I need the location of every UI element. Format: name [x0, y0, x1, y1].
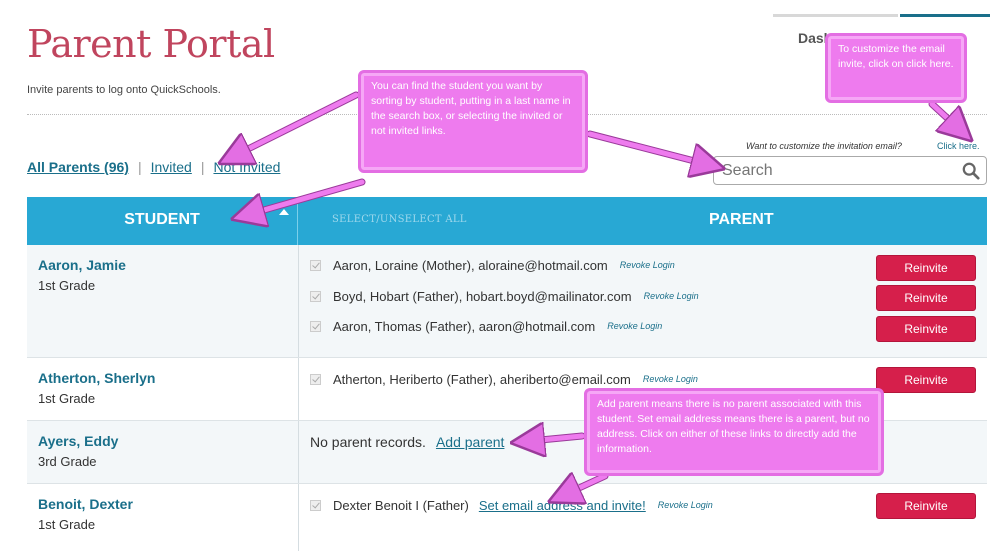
customize-email-link[interactable]: Click here. [937, 141, 980, 151]
reinvite-button[interactable]: Reinvite [876, 255, 976, 281]
reinvite-button[interactable]: Reinvite [876, 493, 976, 519]
parent-info: Atherton, Heriberto (Father), aheriberto… [333, 371, 631, 387]
callout-text: To customize the email invite, click on … [838, 43, 954, 70]
filter-not-invited[interactable]: Not Invited [213, 159, 280, 175]
tab-underline [773, 14, 898, 17]
search-input[interactable] [714, 157, 944, 184]
search-icon[interactable] [962, 162, 980, 180]
student-name[interactable]: Atherton, Sherlyn [38, 370, 155, 386]
parent-column-header: PARENT [709, 211, 774, 228]
reinvite-button[interactable]: Reinvite [876, 316, 976, 342]
parent-entry: No parent records. Add parent [310, 432, 504, 452]
callout-text: You can find the student you want by sor… [371, 80, 571, 137]
student-grade: 3rd Grade [38, 454, 97, 469]
revoke-login-link[interactable]: Revoke Login [658, 500, 713, 510]
parent-checkbox[interactable] [310, 499, 321, 511]
parent-entry: Atherton, Heriberto (Father), aheriberto… [310, 369, 698, 389]
no-parent-text: No parent records. [310, 434, 426, 450]
student-grade: 1st Grade [38, 391, 96, 406]
sort-ascending-icon[interactable] [279, 209, 289, 215]
parent-info: Aaron, Thomas (Father), aaron@hotmail.co… [333, 318, 596, 334]
set-email-link[interactable]: Set email address and invite! [479, 498, 646, 513]
student-name[interactable]: Ayers, Eddy [38, 433, 118, 449]
revoke-login-link[interactable]: Revoke Login [620, 260, 675, 270]
student-name[interactable]: Aaron, Jamie [38, 257, 126, 273]
tab-underline-active [900, 14, 990, 17]
page-subtitle: Invite parents to log onto QuickSchools. [27, 84, 221, 96]
parent-entry: Aaron, Loraine (Mother), aloraine@hotmai… [310, 255, 675, 275]
filter-separator: | [200, 159, 205, 175]
arrow [236, 92, 359, 155]
search-box [713, 156, 987, 185]
reinvite-button[interactable]: Reinvite [876, 367, 976, 393]
page-title: Parent Portal [27, 22, 275, 66]
parent-entry: Dexter Benoit I (Father) Set email addre… [310, 495, 713, 515]
revoke-login-link[interactable]: Revoke Login [644, 291, 699, 301]
revoke-login-link[interactable]: Revoke Login [607, 321, 662, 331]
revoke-login-link[interactable]: Revoke Login [643, 374, 698, 384]
customize-email-text: Want to customize the invitation email? [746, 141, 902, 151]
arrow [929, 101, 958, 128]
student-grade: 1st Grade [38, 517, 96, 532]
arrow [587, 131, 706, 164]
student-grade: 1st Grade [38, 278, 96, 293]
callout-search: You can find the student you want by sor… [358, 70, 588, 173]
parent-checkbox[interactable] [310, 373, 321, 385]
table-row: Aaron, Jamie 1st Grade Aaron, Loraine (M… [27, 245, 987, 358]
select-unselect-all[interactable]: SELECT/UNSELECT ALL [332, 214, 467, 225]
parent-checkbox[interactable] [310, 259, 321, 271]
student-name[interactable]: Benoit, Dexter [38, 496, 133, 512]
parent-info: Dexter Benoit I (Father) [333, 497, 469, 513]
parent-checkbox[interactable] [310, 320, 321, 332]
filter-invited[interactable]: Invited [151, 159, 192, 175]
callout-customize: To customize the email invite, click on … [825, 33, 967, 103]
parents-table: STUDENT SELECT/UNSELECT ALL PARENT Aaron… [27, 197, 987, 551]
filter-separator: | [137, 159, 142, 175]
parent-entry: Boyd, Hobart (Father), hobart.boyd@maili… [310, 286, 699, 306]
reinvite-button[interactable]: Reinvite [876, 285, 976, 311]
table-row: Benoit, Dexter 1st Grade Dexter Benoit I… [27, 484, 987, 551]
parent-info: Aaron, Loraine (Mother), aloraine@hotmai… [333, 257, 608, 273]
table-header: STUDENT SELECT/UNSELECT ALL PARENT [27, 197, 987, 245]
add-parent-link[interactable]: Add parent [436, 434, 505, 450]
parent-entry: Aaron, Thomas (Father), aaron@hotmail.co… [310, 316, 662, 336]
filter-links: All Parents (96) | Invited | Not Invited [27, 159, 280, 175]
parent-info: Boyd, Hobart (Father), hobart.boyd@maili… [333, 288, 632, 304]
filter-all-parents[interactable]: All Parents (96) [27, 159, 129, 175]
student-column-header[interactable]: STUDENT [27, 197, 298, 245]
callout-add-parent: Add parent means there is no parent asso… [584, 388, 884, 476]
parent-checkbox[interactable] [310, 290, 321, 302]
callout-text: Add parent means there is no parent asso… [597, 398, 870, 455]
